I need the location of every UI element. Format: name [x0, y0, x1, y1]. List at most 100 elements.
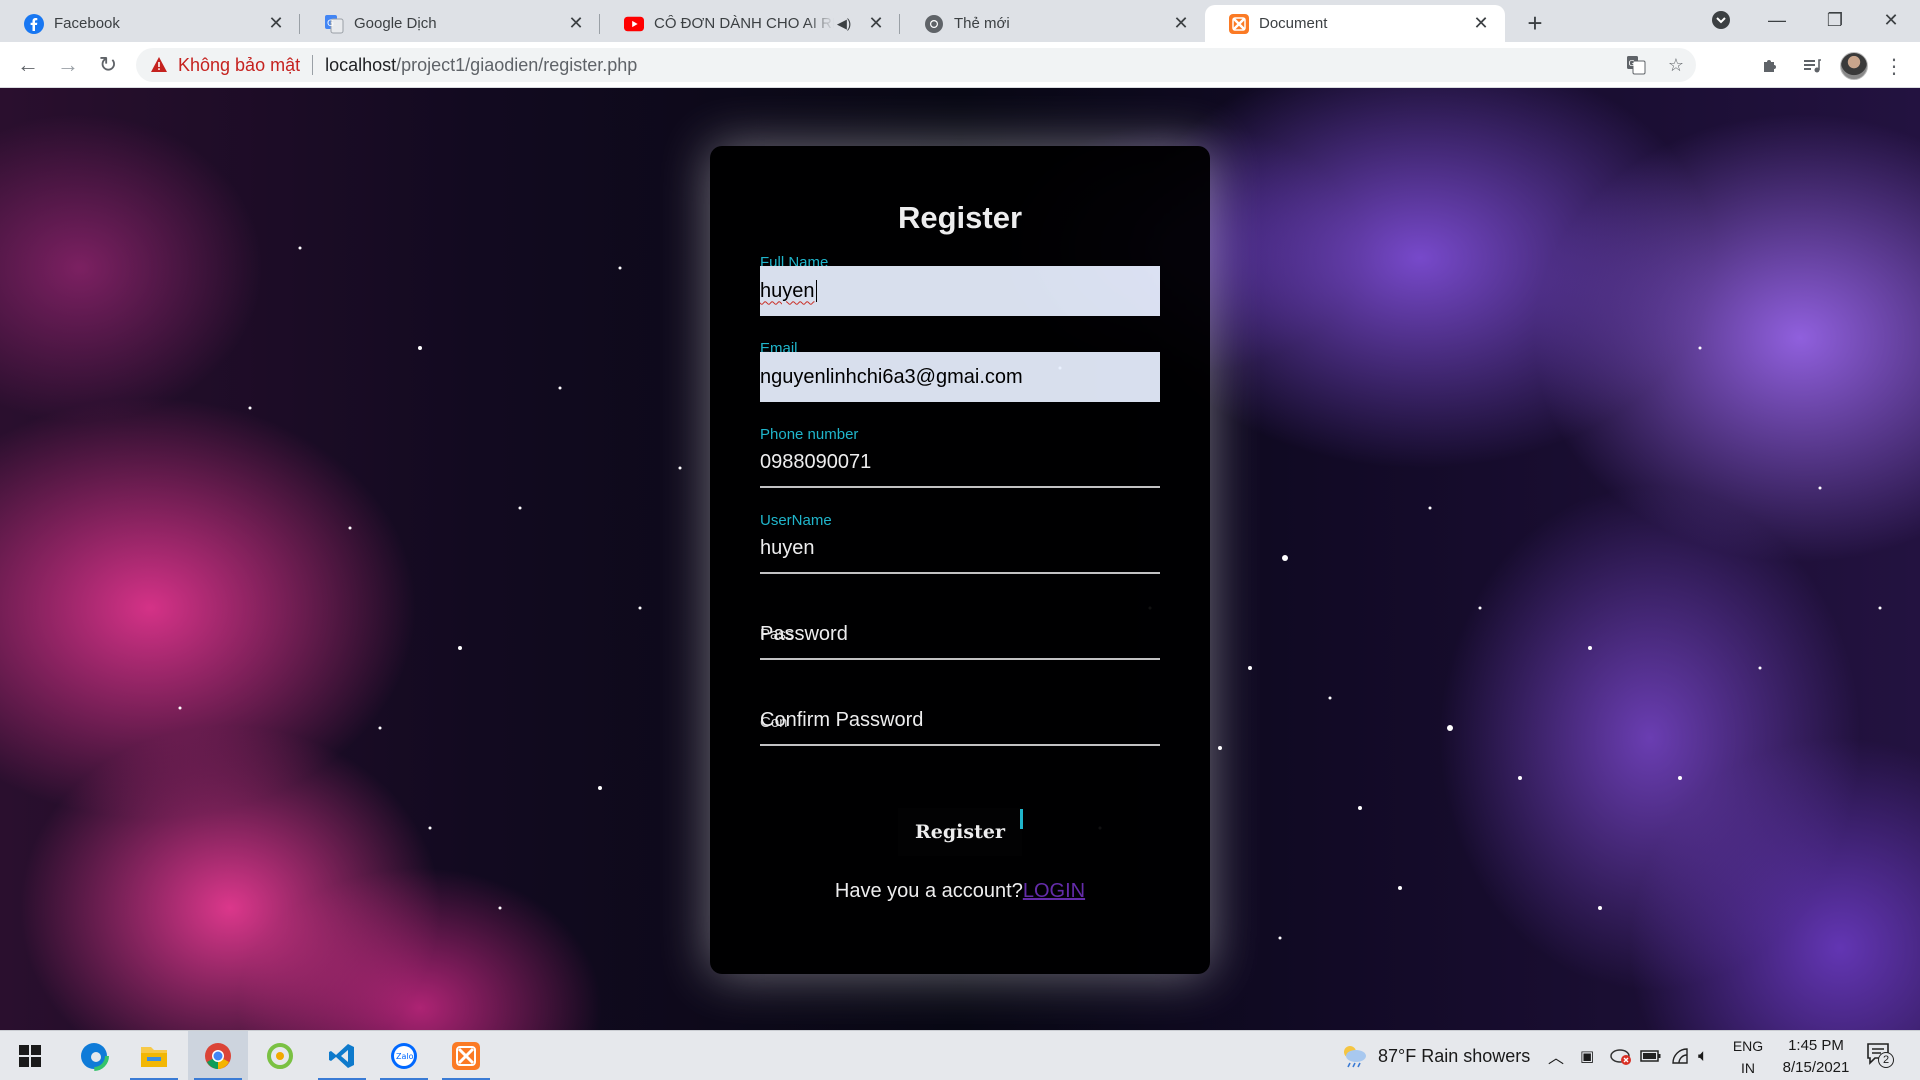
svg-text:G: G — [1629, 59, 1635, 68]
translate-icon[interactable]: G — [1616, 55, 1656, 75]
browser-toolbar: ← → ↻ Không bảo mật localhost/project1/g… — [0, 42, 1920, 88]
speaker-icon[interactable]: ◀︎) — [834, 14, 854, 34]
windows-taskbar: Zalo 87°F Rain showers ︿ ▣ 🔈︎ ENG IN 1:4… — [0, 1030, 1920, 1080]
forward-button[interactable]: → — [52, 49, 84, 81]
wifi-icon — [1672, 1048, 1688, 1064]
close-icon[interactable]: ✕ — [1471, 13, 1491, 34]
tray-antivirus[interactable] — [1610, 1031, 1632, 1080]
close-icon[interactable]: ✕ — [566, 13, 586, 34]
tab-title: Google Dịch — [354, 15, 437, 32]
reload-button[interactable]: ↻ — [92, 49, 124, 81]
battery-icon — [1640, 1050, 1661, 1062]
tray-wifi[interactable] — [1670, 1031, 1690, 1080]
notification-badge: 2 — [1878, 1052, 1894, 1068]
svg-text:Zalo: Zalo — [396, 1052, 414, 1061]
tab-google-translate[interactable]: G Google Dịch ✕ — [300, 5, 600, 42]
svg-text:G: G — [327, 19, 334, 29]
page-title: Register — [897, 200, 1023, 235]
login-link[interactable]: LOGIN — [1023, 880, 1085, 902]
email-input[interactable]: nguyenlinhchi6a3@gmai.com — [760, 352, 1160, 402]
media-queue-icon — [1804, 59, 1821, 73]
tab-document[interactable]: Document ✕ — [1205, 5, 1505, 42]
full-name-input[interactable]: huyen — [760, 266, 1160, 316]
chrome-icon — [205, 1043, 231, 1069]
vscode-icon — [329, 1044, 354, 1068]
date: 8/15/2021 — [1782, 1059, 1850, 1076]
clock[interactable]: 1:45 PM 8/15/2021 — [1766, 1035, 1866, 1079]
security-label: Không bảo mật — [178, 54, 301, 75]
restore-icon: ❐ — [1826, 9, 1844, 30]
confirm-password-input[interactable]: Confirm Password — [760, 696, 1160, 746]
puzzle-icon — [1764, 60, 1776, 72]
more-vert-icon: ⋮ — [1884, 55, 1904, 78]
close-icon[interactable]: ✕ — [866, 13, 886, 34]
phone-input[interactable]: 0988090071 — [760, 438, 1160, 488]
taskbar-zalo[interactable]: Zalo — [374, 1031, 434, 1080]
login-prompt-text: Have you a account? — [834, 880, 1023, 902]
address-bar[interactable]: Không bảo mật localhost/project1/giaodie… — [136, 48, 1696, 82]
minimize-button[interactable]: — — [1748, 0, 1806, 40]
minimize-icon: — — [1768, 9, 1786, 30]
confirm-password-field: Confirm Password Con — [760, 684, 1160, 766]
edge-icon — [79, 1041, 109, 1071]
chevron-down-circle-icon — [1712, 11, 1730, 29]
weather-widget[interactable]: 87°F Rain showers — [1340, 1031, 1530, 1080]
tab-title: Facebook — [54, 15, 120, 32]
button-hover-bar — [1020, 809, 1023, 829]
camera-icon: ▣ — [1580, 1048, 1595, 1065]
profile-button[interactable] — [1838, 50, 1870, 82]
arrow-left-icon: ← — [17, 52, 39, 77]
tab-youtube[interactable]: CÔ ĐƠN DÀNH CHO AI REM ◀︎) ✕ — [600, 5, 900, 42]
media-controls-button[interactable] — [1796, 50, 1828, 82]
security-indicator[interactable]: Không bảo mật — [150, 55, 300, 76]
taskbar-xampp[interactable] — [436, 1031, 496, 1080]
page-viewport: Register Full Name huyen Email nguyenlin… — [0, 88, 1920, 1030]
bookmark-star-icon[interactable]: ☆ — [1656, 55, 1696, 76]
avatar — [1840, 52, 1868, 80]
login-prompt: Have you a account?LOGIN — [710, 880, 1210, 903]
taskbar-file-explorer[interactable] — [124, 1031, 184, 1080]
notification-center-button[interactable]: 2 — [1866, 1031, 1896, 1080]
folder-icon — [141, 1047, 167, 1067]
green-app-icon — [267, 1043, 293, 1069]
tab-title: Thẻ mới — [954, 15, 1010, 32]
register-button[interactable]: Register — [898, 808, 1022, 856]
confirm-password-label-overlap: Con — [760, 714, 788, 731]
tray-battery[interactable] — [1640, 1031, 1662, 1080]
tab-title: CÔ ĐƠN DÀNH CHO AI REM — [654, 15, 834, 32]
facebook-icon — [24, 13, 44, 34]
taskbar-edge[interactable] — [64, 1031, 124, 1080]
username-field: UserName huyen — [760, 512, 1160, 594]
full-name-field: Full Name huyen — [760, 254, 1160, 336]
close-window-button[interactable]: ✕ — [1862, 0, 1920, 40]
tab-facebook[interactable]: Facebook ✕ — [0, 5, 300, 42]
youtube-icon — [624, 14, 644, 34]
chrome-menu-button[interactable]: ⋮ — [1878, 50, 1910, 82]
chrome-icon — [924, 14, 944, 34]
taskbar-vscode[interactable] — [312, 1031, 372, 1080]
arrow-right-icon: → — [57, 52, 79, 77]
zalo-icon: Zalo — [391, 1043, 417, 1069]
show-hidden-icons[interactable]: ︿ — [1548, 1031, 1564, 1080]
extensions-button[interactable] — [1754, 50, 1786, 82]
tab-search-button[interactable] — [1692, 0, 1750, 40]
chevron-up-icon: ︿ — [1548, 1050, 1565, 1067]
tray-meet-now[interactable]: ▣ — [1580, 1031, 1594, 1080]
password-input[interactable]: Password — [760, 610, 1160, 660]
password-label-overlap: Pass — [760, 626, 794, 643]
start-button[interactable] — [0, 1031, 60, 1080]
taskbar-app-green[interactable] — [250, 1031, 310, 1080]
tab-new-tab[interactable]: Thẻ mới ✕ — [900, 5, 1205, 42]
username-input[interactable]: huyen — [760, 524, 1160, 574]
xampp-icon — [1229, 13, 1249, 34]
plus-icon: + — [1527, 7, 1543, 38]
taskbar-chrome[interactable] — [188, 1031, 248, 1080]
new-tab-button[interactable]: + — [1520, 8, 1550, 38]
close-icon[interactable]: ✕ — [266, 13, 286, 34]
windows-logo-icon — [19, 1045, 41, 1067]
back-button[interactable]: ← — [12, 49, 44, 81]
close-icon[interactable]: ✕ — [1171, 13, 1191, 34]
xampp-icon — [452, 1042, 480, 1070]
cloud-alert-icon — [1610, 1049, 1631, 1065]
restore-button[interactable]: ❐ — [1806, 0, 1864, 40]
